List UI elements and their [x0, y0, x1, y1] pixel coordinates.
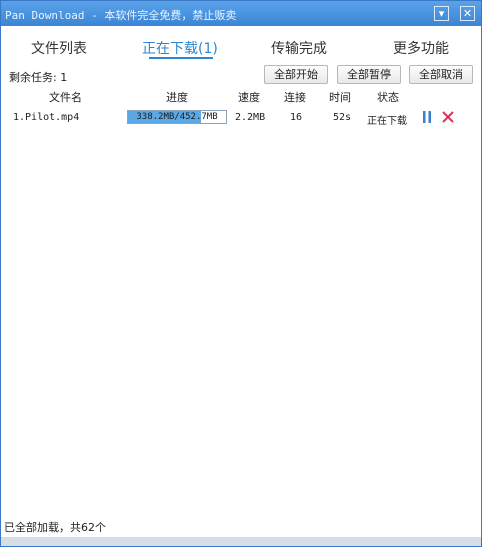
progress-text: 338.2MB/452.7MB	[136, 112, 218, 122]
column-status[interactable]: 状态	[377, 89, 399, 105]
tab-bar: 文件列表 正在下载(1) 传输完成 更多功能	[1, 26, 481, 62]
status-bar: 已全部加载，共62个	[4, 521, 106, 534]
download-progress-bar: 338.2MB/452.7MB	[127, 110, 227, 124]
title-bar[interactable]: Pan Download - 本软件完全免费，禁止贩卖 ▾ ✕	[1, 1, 481, 26]
table-header: 文件名 进度 速度 连接 时间 状态	[1, 89, 481, 105]
active-tab-indicator	[149, 57, 213, 59]
column-speed[interactable]: 速度	[238, 89, 260, 105]
table-row[interactable]: 1.Pilot.mp4 338.2MB/452.7MB 2.2MB 16 52s…	[1, 109, 481, 127]
column-connections[interactable]: 连接	[284, 89, 306, 105]
tab-completed[interactable]: 传输完成	[271, 38, 327, 58]
close-icon[interactable]: ✕	[460, 6, 475, 21]
download-status: 正在下载	[367, 116, 407, 127]
tab-more-features[interactable]: 更多功能	[393, 38, 449, 58]
file-name: 1.Pilot.mp4	[13, 112, 80, 123]
pause-icon[interactable]	[422, 111, 432, 123]
column-filename[interactable]: 文件名	[49, 89, 82, 105]
start-all-button[interactable]: 全部开始	[264, 65, 328, 84]
tab-file-list[interactable]: 文件列表	[31, 38, 87, 58]
window-bottom-edge	[1, 537, 481, 546]
time-remaining: 52s	[333, 112, 352, 123]
window-title: Pan Download - 本软件完全免费，禁止贩卖	[5, 9, 237, 22]
connection-count: 16	[290, 112, 303, 123]
cancel-x-icon[interactable]	[441, 110, 455, 124]
download-speed: 2.2MB	[235, 112, 266, 123]
remaining-tasks-label: 剩余任务: 1	[9, 71, 68, 84]
app-window: Pan Download - 本软件完全免费，禁止贩卖 ▾ ✕ 文件列表 正在下…	[0, 0, 482, 547]
minimize-icon[interactable]: ▾	[434, 6, 449, 21]
cancel-all-button[interactable]: 全部取消	[409, 65, 473, 84]
tab-downloading[interactable]: 正在下载(1)	[142, 38, 218, 58]
column-time[interactable]: 时间	[329, 89, 351, 105]
column-progress[interactable]: 进度	[166, 89, 188, 105]
pause-all-button[interactable]: 全部暂停	[337, 65, 401, 84]
